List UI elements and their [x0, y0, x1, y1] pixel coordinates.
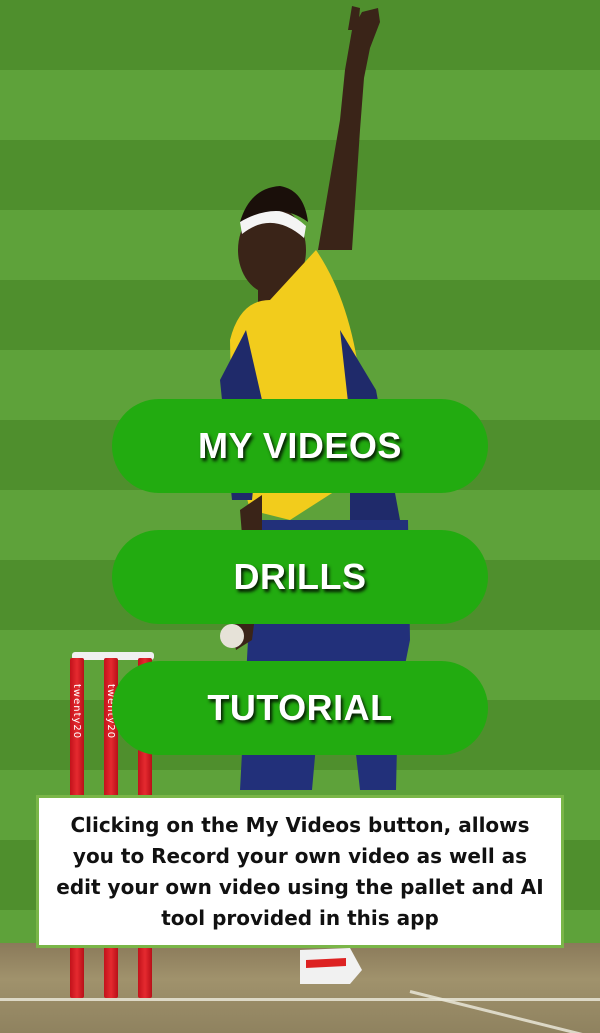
info-box: Clicking on the My Videos button, allows…	[36, 795, 564, 948]
tutorial-button[interactable]: TUTORIAL	[112, 661, 488, 755]
my-videos-button[interactable]: MY VIDEOS	[112, 399, 488, 493]
info-text: Clicking on the My Videos button, allows…	[56, 812, 544, 930]
drills-button[interactable]: DRILLS	[112, 530, 488, 624]
stump-branding: twenty20	[71, 684, 82, 740]
app-screen: twenty20 twenty20 twenty20 MY VIDEOS DRI…	[0, 0, 600, 1033]
